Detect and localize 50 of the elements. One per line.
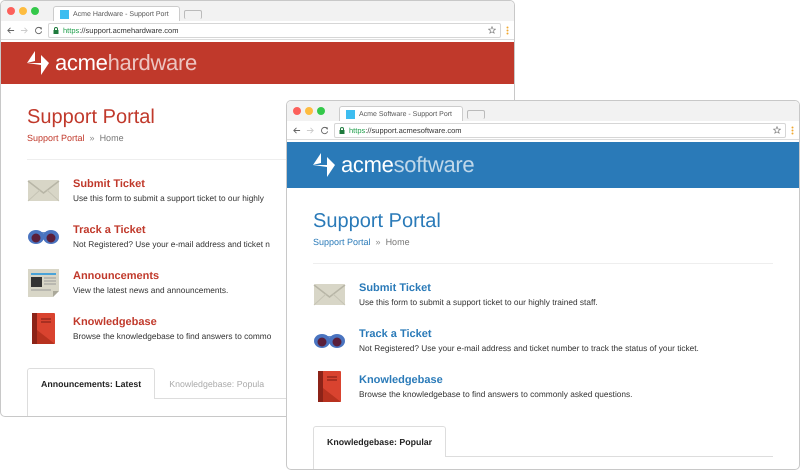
- forward-arrow-icon[interactable]: [20, 26, 29, 34]
- item-title-link[interactable]: Submit Ticket: [73, 178, 145, 190]
- back-arrow-icon[interactable]: [6, 26, 15, 34]
- page-heading: Support Portal: [27, 106, 155, 129]
- menu-icon[interactable]: [506, 26, 509, 34]
- item-title-link[interactable]: Announcements: [73, 270, 160, 282]
- new-tab-button[interactable]: [466, 110, 485, 119]
- item-title-link[interactable]: Knowledgebase: [359, 374, 443, 386]
- window-control-dot[interactable]: [293, 107, 301, 115]
- window-control-dot[interactable]: [31, 7, 39, 15]
- item-title-link[interactable]: Knowledgebase: [73, 316, 157, 328]
- breadcrumb-link[interactable]: Support Portal: [27, 133, 85, 143]
- window-control-dot[interactable]: [305, 107, 313, 115]
- reload-icon[interactable]: [320, 126, 329, 134]
- item-description: View the latest news and announcements.: [73, 284, 228, 294]
- panel-tab[interactable]: Announcements: Latest: [27, 368, 156, 399]
- logo-wordmark: acmesoftware: [341, 152, 474, 178]
- breadcrumb-separator: »: [376, 237, 381, 247]
- lock-icon: [53, 26, 59, 34]
- item-description: Use this form to submit a support ticket to our highly: [73, 192, 264, 202]
- item-title-link[interactable]: Submit Ticket: [359, 282, 431, 294]
- item-description: Browse the knowledgebase to find answers to commo: [73, 330, 272, 340]
- reload-icon[interactable]: [34, 26, 43, 34]
- back-arrow-icon[interactable]: [292, 126, 301, 134]
- logo-wordmark: acmehardware: [55, 50, 197, 76]
- window-control-dot[interactable]: [7, 7, 15, 15]
- item-description: Use this form to submit a support ticket to our highly trained staff.: [359, 296, 598, 306]
- item-description: Not Registered? Use your e-mail address and ticket n: [73, 238, 270, 248]
- forward-arrow-icon[interactable]: [306, 126, 315, 134]
- lock-icon: [339, 126, 345, 134]
- panel-tab[interactable]: Knowledgebase: Popular: [313, 426, 446, 457]
- star-icon[interactable]: [488, 26, 496, 34]
- star-icon[interactable]: [773, 126, 781, 134]
- breadcrumb-current: Home: [386, 237, 410, 247]
- item-description: Not Registered? Use your e-mail address and ticket number to track the status of your ticket.: [359, 342, 699, 352]
- logo-icon: [27, 51, 49, 75]
- logo-icon: [313, 153, 335, 177]
- item-title-link[interactable]: Track a Ticket: [73, 224, 146, 236]
- item-description: Browse the knowledgebase to find answers to commonly asked questions.: [359, 388, 632, 398]
- breadcrumb-link[interactable]: Support Portal: [313, 237, 371, 247]
- favicon-icon: [346, 110, 355, 118]
- item-title-link[interactable]: Track a Ticket: [359, 328, 432, 340]
- page-heading: Support Portal: [313, 210, 441, 233]
- breadcrumb-current: Home: [100, 133, 124, 143]
- menu-icon[interactable]: [791, 126, 794, 134]
- favicon-icon: [60, 10, 69, 18]
- window-control-dot[interactable]: [317, 107, 325, 115]
- new-tab-button[interactable]: [184, 10, 202, 19]
- breadcrumb-separator: »: [90, 133, 95, 143]
- window-control-dot[interactable]: [19, 7, 27, 15]
